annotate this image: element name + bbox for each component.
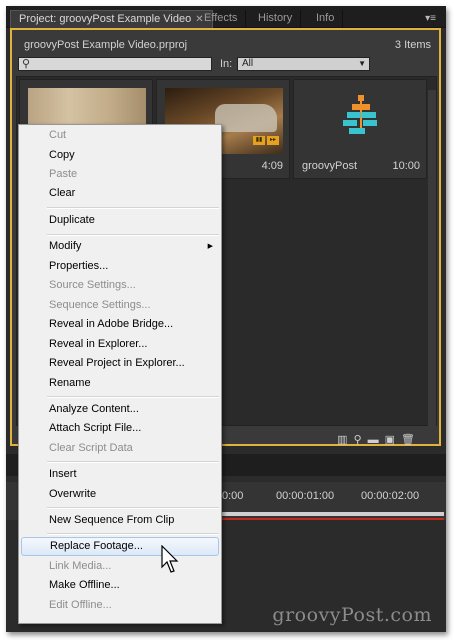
new-bin-icon[interactable]: ▬: [368, 434, 385, 446]
work-area-bar[interactable]: [216, 512, 444, 516]
project-filename: groovyPost Example Video.prproj: [24, 39, 188, 51]
chevron-down-icon: ▼: [358, 59, 366, 68]
item-duration: 10:00: [392, 160, 420, 172]
tab-history-label: History: [258, 12, 293, 24]
project-item[interactable]: groovyPost 10:00: [293, 79, 427, 179]
menu-item-modify-label: Modify: [49, 240, 82, 252]
timecode: 00:00:02:00: [361, 490, 420, 502]
tab-project-label: Project: groovyPost Example Video: [19, 13, 192, 25]
vertical-scrollbar[interactable]: [428, 90, 436, 430]
tab-project[interactable]: Project: groovyPost Example Video ✕: [10, 10, 213, 28]
menu-separator: [47, 234, 219, 236]
menu-item-sequence-settings[interactable]: Sequence Settings...: [21, 296, 219, 315]
tab-effects[interactable]: Effects: [196, 10, 247, 28]
find-icon[interactable]: ⚲: [354, 434, 368, 446]
menu-item-reveal-bridge[interactable]: Reveal in Adobe Bridge...: [21, 315, 219, 334]
menu-item-rename[interactable]: Rename: [21, 374, 219, 393]
menu-item-cut[interactable]: Cut: [21, 126, 219, 145]
item-count: 3 Items: [394, 39, 431, 51]
menu-item-reveal-project[interactable]: Reveal Project in Explorer...: [21, 354, 219, 373]
in-label: In:: [220, 58, 233, 70]
item-duration: 4:09: [261, 160, 283, 172]
menu-icon[interactable]: ▾≡: [425, 13, 436, 24]
submenu-arrow-icon: ▶: [207, 243, 213, 250]
menu-item-paste[interactable]: Paste: [21, 165, 219, 184]
in-filter-value: All: [242, 58, 254, 69]
menu-item-copy[interactable]: Copy: [21, 146, 219, 165]
timecode: 0:00: [222, 490, 244, 502]
render-bar: [216, 518, 444, 520]
timecode: 00:00:01:00: [276, 490, 335, 502]
menu-separator: [47, 461, 219, 463]
menu-item-clear-script[interactable]: Clear Script Data: [21, 439, 219, 458]
mouse-cursor-icon: [161, 545, 179, 573]
item-name: groovyPost: [302, 160, 358, 172]
menu-item-replace-footage[interactable]: Replace Footage...: [21, 537, 219, 556]
menu-item-new-sequence[interactable]: New Sequence From Clip: [21, 511, 219, 530]
menu-separator: [47, 507, 219, 509]
in-filter-dropdown[interactable]: All ▼: [237, 57, 370, 71]
menu-item-modify[interactable]: Modify ▶: [21, 237, 219, 256]
sequence-icon: [343, 95, 377, 134]
project-toolbar: ▥⚲▬▣🗑: [337, 433, 421, 446]
search-icon[interactable]: ⚲: [22, 57, 30, 70]
menu-item-link-media[interactable]: Link Media...: [21, 557, 219, 576]
panel-tab-bar: Project: groovyPost Example Video ✕ Effec…: [6, 6, 446, 28]
audio-badge-icon: ▸▸: [267, 136, 279, 145]
menu-separator: [47, 533, 219, 535]
menu-item-overwrite[interactable]: Overwrite: [21, 485, 219, 504]
car-image: [215, 104, 277, 132]
menu-separator: [47, 396, 219, 398]
tab-info[interactable]: Info: [308, 10, 344, 28]
menu-item-duplicate[interactable]: Duplicate: [21, 211, 219, 230]
menu-separator: [47, 207, 219, 209]
new-item-icon[interactable]: ▣: [385, 434, 401, 446]
list-view-icon[interactable]: ▥: [337, 434, 353, 446]
search-field[interactable]: ⚲: [18, 57, 212, 71]
tab-info-label: Info: [316, 12, 335, 24]
menu-item-source-settings[interactable]: Source Settings...: [21, 276, 219, 295]
video-badge-icon: ▮▮: [253, 136, 265, 145]
menu-item-attach-script[interactable]: Attach Script File...: [21, 419, 219, 438]
menu-item-make-offline[interactable]: Make Offline...: [21, 576, 219, 595]
menu-item-insert[interactable]: Insert: [21, 465, 219, 484]
context-menu: Cut Copy Paste Clear Duplicate Modify ▶ …: [18, 124, 222, 624]
trash-icon[interactable]: 🗑: [401, 434, 421, 446]
search-input[interactable]: [37, 58, 209, 70]
tab-effects-label: Effects: [204, 12, 238, 24]
watermark: groovyPost.com: [272, 604, 432, 626]
menu-item-analyze-content[interactable]: Analyze Content...: [21, 400, 219, 419]
menu-item-properties[interactable]: Properties...: [21, 257, 219, 276]
menu-item-reveal-explorer[interactable]: Reveal in Explorer...: [21, 335, 219, 354]
menu-item-edit-offline[interactable]: Edit Offline...: [21, 596, 219, 615]
tab-history[interactable]: History: [250, 10, 302, 28]
menu-item-clear[interactable]: Clear: [21, 184, 219, 203]
